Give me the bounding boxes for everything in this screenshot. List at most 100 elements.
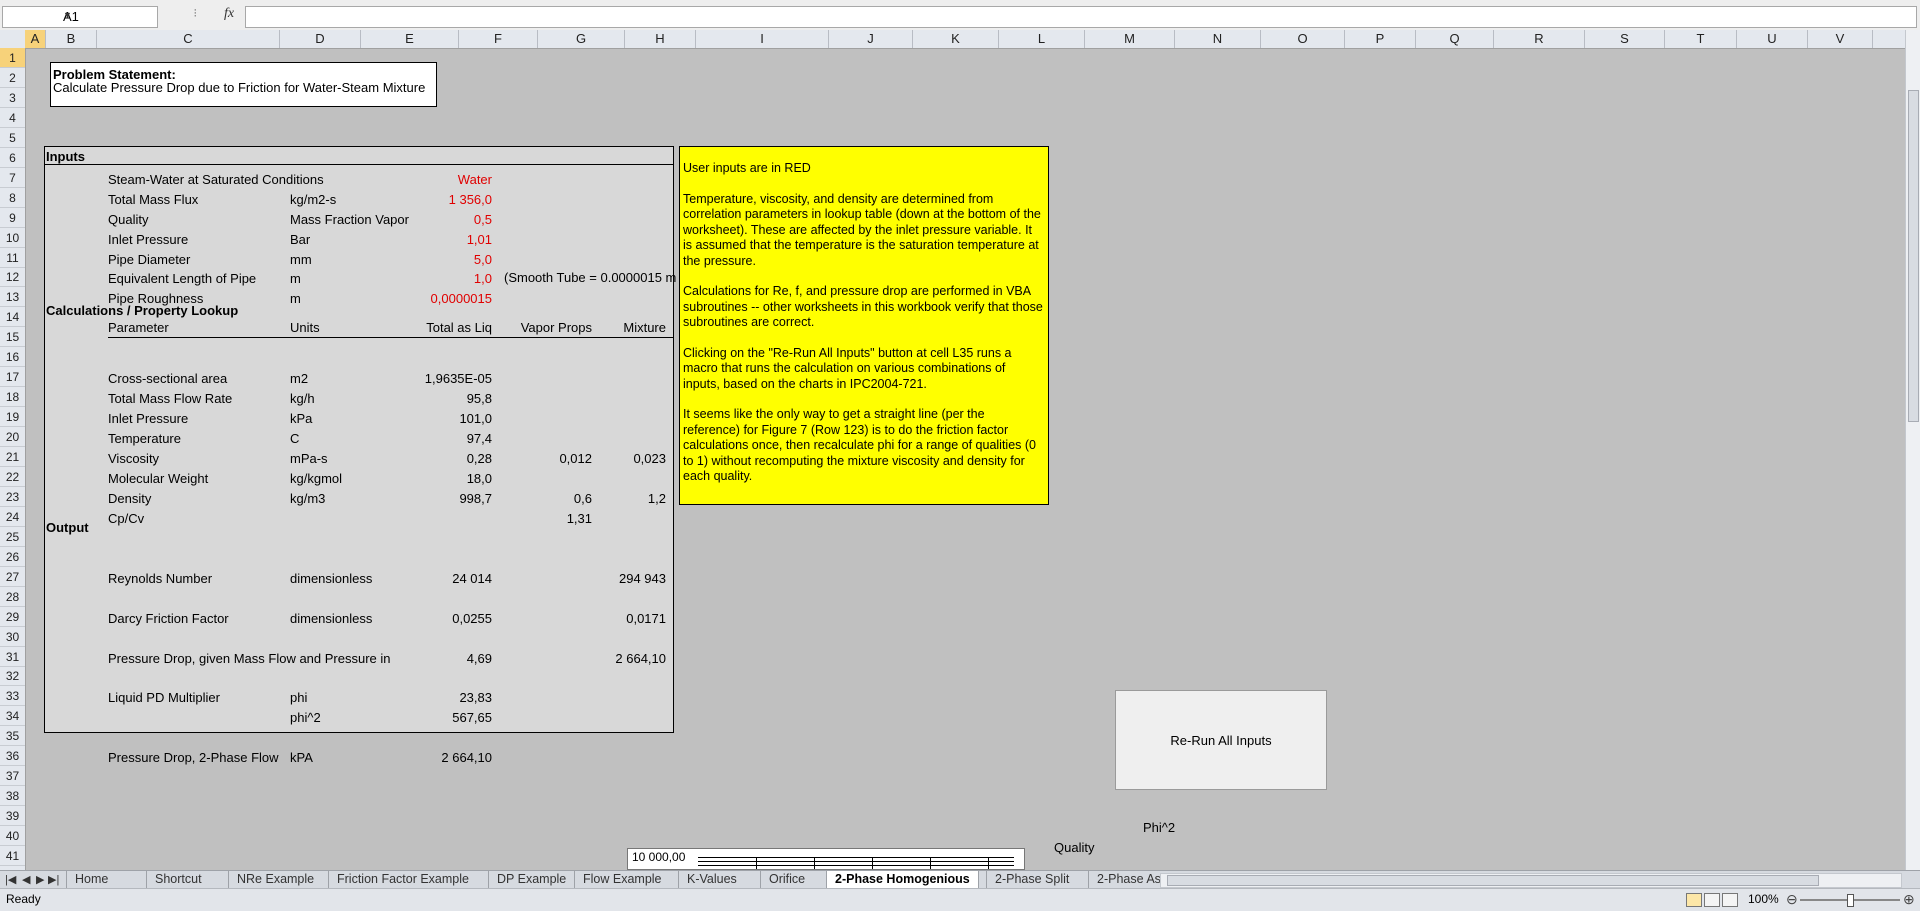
column-header-d[interactable]: D [280, 30, 361, 48]
row-header-32[interactable]: 32 [0, 666, 25, 686]
row-header-7[interactable]: 7 [0, 168, 25, 188]
sheet-tab[interactable]: 2-Phase Split [986, 871, 1077, 888]
normal-view-icon[interactable] [1686, 893, 1702, 907]
row-header-30[interactable]: 30 [0, 627, 25, 647]
select-all-corner[interactable] [0, 30, 26, 48]
row-header-16[interactable]: 16 [0, 347, 25, 367]
column-header-t[interactable]: T [1665, 30, 1737, 48]
input-value[interactable]: 1 356,0 [392, 192, 492, 207]
row-header-1[interactable]: 1 [0, 48, 25, 68]
row-header-20[interactable]: 20 [0, 427, 25, 447]
row-header-38[interactable]: 38 [0, 786, 25, 806]
name-box[interactable]: A1 ▼ [2, 6, 158, 28]
column-header-f[interactable]: F [459, 30, 538, 48]
column-header-e[interactable]: E [361, 30, 459, 48]
column-header-j[interactable]: J [829, 30, 913, 48]
zoom-out-icon[interactable]: ⊖ [1786, 891, 1798, 908]
column-header-p[interactable]: P [1345, 30, 1416, 48]
row-header-3[interactable]: 3 [0, 88, 25, 108]
column-header-a[interactable]: A [25, 30, 46, 48]
insert-function-icon[interactable]: fx [224, 6, 234, 22]
horizontal-scroll-thumb[interactable] [1167, 875, 1819, 886]
sheet-tab[interactable]: K-Values [678, 871, 745, 888]
sheet-tab[interactable]: Home [66, 871, 116, 888]
rerun-all-inputs-button[interactable]: Re-Run All Inputs [1115, 690, 1327, 790]
formula-input[interactable] [245, 6, 1917, 28]
next-sheet-icon[interactable]: ▶ [36, 871, 44, 889]
row-header-12[interactable]: 12 [0, 267, 25, 287]
row-header-9[interactable]: 9 [0, 208, 25, 228]
row-header-17[interactable]: 17 [0, 367, 25, 387]
input-value[interactable]: 0,5 [392, 212, 492, 227]
input-value[interactable]: 1,0 [392, 271, 492, 286]
sheet-tab[interactable]: 2-Phase Homogenious [826, 871, 979, 889]
row-header-40[interactable]: 40 [0, 826, 25, 846]
row-header-21[interactable]: 21 [0, 447, 25, 467]
column-header-m[interactable]: M [1085, 30, 1175, 48]
row-header-25[interactable]: 25 [0, 527, 25, 547]
zoom-slider-knob[interactable] [1847, 894, 1854, 907]
input-value[interactable]: 5,0 [392, 252, 492, 267]
first-sheet-icon[interactable]: |◀ [5, 871, 16, 889]
column-header-g[interactable]: G [538, 30, 625, 48]
row-header-15[interactable]: 15 [0, 327, 25, 347]
sheet-tab[interactable]: NRe Example [228, 871, 322, 888]
sheet-tab[interactable]: Friction Factor Example [328, 871, 477, 888]
column-header-u[interactable]: U [1737, 30, 1808, 48]
prev-sheet-icon[interactable]: ◀ [22, 871, 30, 889]
column-header-c[interactable]: C [97, 30, 280, 48]
row-header-29[interactable]: 29 [0, 607, 25, 627]
row-header-4[interactable]: 4 [0, 108, 25, 128]
row-header-34[interactable]: 34 [0, 706, 25, 726]
row-header-24[interactable]: 24 [0, 507, 25, 527]
row-header-41[interactable]: 41 [0, 846, 25, 866]
column-header-o[interactable]: O [1261, 30, 1345, 48]
vertical-scrollbar[interactable] [1905, 30, 1920, 870]
column-header-s[interactable]: S [1585, 30, 1665, 48]
horizontal-scrollbar[interactable] [1160, 873, 1902, 888]
column-header-h[interactable]: H [625, 30, 696, 48]
row-header-39[interactable]: 39 [0, 806, 25, 826]
row-header-10[interactable]: 10 [0, 228, 25, 248]
row-header-5[interactable]: 5 [0, 128, 25, 148]
row-header-8[interactable]: 8 [0, 188, 25, 208]
row-header-36[interactable]: 36 [0, 746, 25, 766]
input-value[interactable]: 1,01 [392, 232, 492, 247]
sheet-tab[interactable]: DP Example [488, 871, 574, 888]
row-header-23[interactable]: 23 [0, 487, 25, 507]
sheet-tab[interactable]: Orifice [760, 871, 813, 888]
vertical-scroll-thumb[interactable] [1908, 90, 1919, 422]
column-header-v[interactable]: V [1808, 30, 1873, 48]
row-header-37[interactable]: 37 [0, 766, 25, 786]
row-header-11[interactable]: 11 [0, 248, 25, 268]
input-value[interactable]: Water [392, 172, 492, 187]
chevron-down-icon[interactable]: ▼ [63, 10, 153, 20]
column-header-b[interactable]: B [46, 30, 97, 48]
page-layout-view-icon[interactable] [1704, 893, 1720, 907]
column-header-i[interactable]: I [696, 30, 829, 48]
page-break-view-icon[interactable] [1722, 893, 1738, 907]
sheet-tab[interactable]: Shortcut [146, 871, 210, 888]
column-header-q[interactable]: Q [1416, 30, 1494, 48]
last-sheet-icon[interactable]: ▶| [48, 871, 59, 889]
phi-chart[interactable]: 10 000,00 [627, 848, 1025, 870]
column-header-l[interactable]: L [999, 30, 1085, 48]
column-header-k[interactable]: K [913, 30, 999, 48]
row-header-19[interactable]: 19 [0, 407, 25, 427]
zoom-level[interactable]: 100% [1748, 892, 1779, 906]
row-header-33[interactable]: 33 [0, 686, 25, 706]
column-header-n[interactable]: N [1175, 30, 1261, 48]
row-header-18[interactable]: 18 [0, 387, 25, 407]
column-header-r[interactable]: R [1494, 30, 1585, 48]
row-header-27[interactable]: 27 [0, 567, 25, 587]
row-header-13[interactable]: 13 [0, 287, 25, 307]
input-value[interactable]: 0,0000015 [392, 291, 492, 306]
row-header-2[interactable]: 2 [0, 68, 25, 88]
zoom-in-icon[interactable]: ⊕ [1903, 891, 1915, 908]
row-header-35[interactable]: 35 [0, 726, 25, 746]
row-header-14[interactable]: 14 [0, 307, 25, 327]
worksheet-grid[interactable]: Problem Statement: Calculate Pressure Dr… [26, 49, 1906, 869]
row-header-28[interactable]: 28 [0, 587, 25, 607]
sheet-tab[interactable]: Flow Example [574, 871, 670, 888]
row-header-31[interactable]: 31 [0, 647, 25, 667]
